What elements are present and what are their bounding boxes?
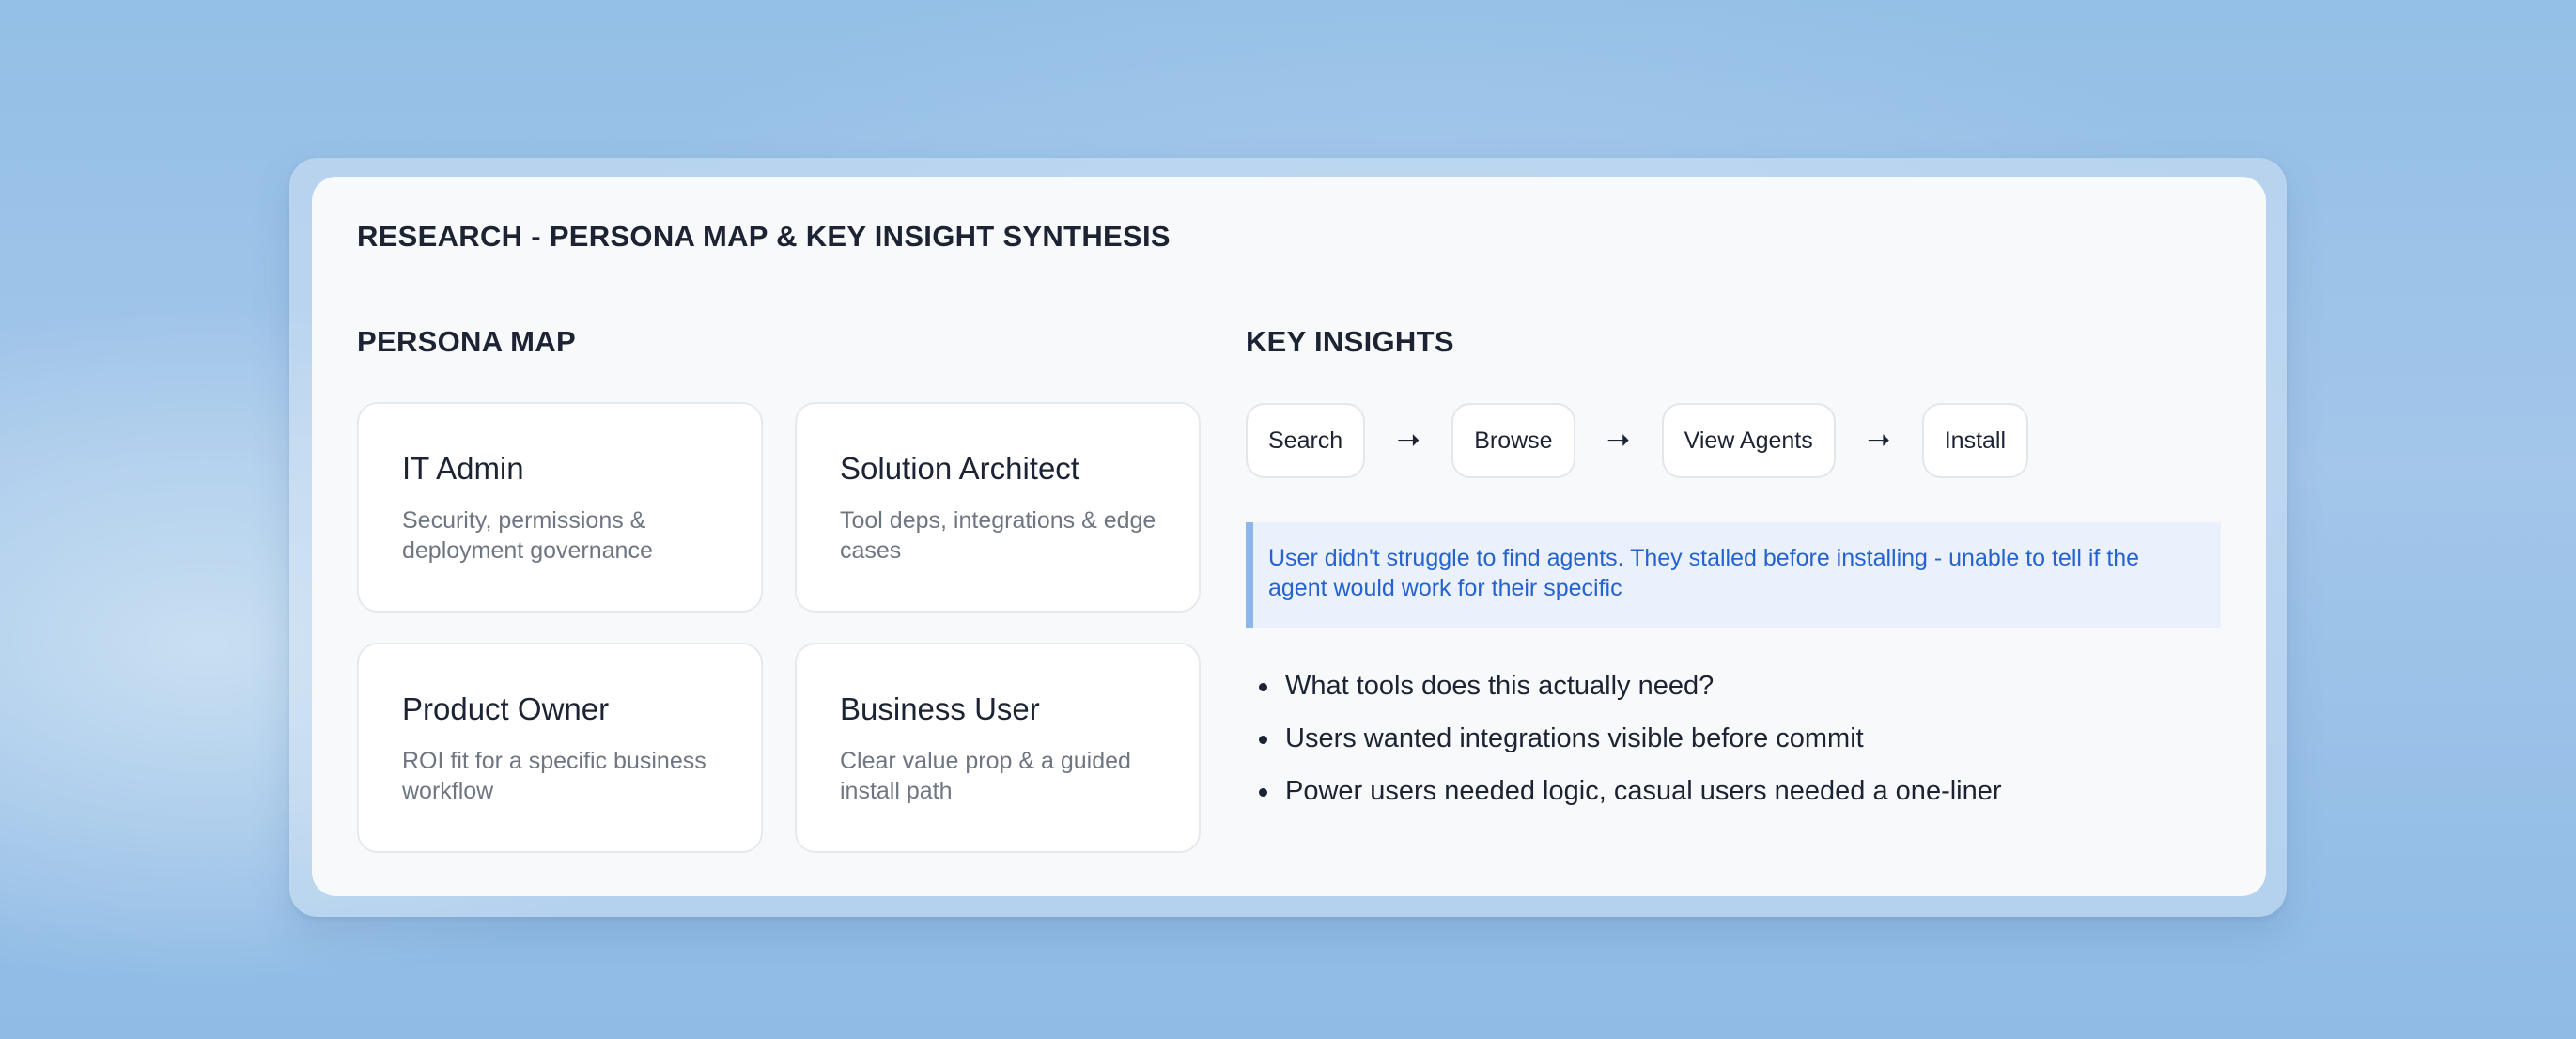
arrow-right-icon: ➝ xyxy=(1396,425,1420,456)
research-card: RESEARCH - PERSONA MAP & KEY INSIGHT SYN… xyxy=(312,177,2266,896)
persona-card-product-owner: Product Owner ROI fit for a specific bus… xyxy=(357,643,763,853)
bullet-text: Power users needed logic, casual users n… xyxy=(1285,776,2002,806)
bullet-item: What tools does this actually need? xyxy=(1246,659,2002,712)
bullet-icon xyxy=(1259,683,1267,691)
flow-step-search: Search xyxy=(1246,403,1366,478)
bullet-text: What tools does this actually need? xyxy=(1285,671,1715,701)
bullet-item: Power users needed logic, casual users n… xyxy=(1246,765,2002,817)
persona-grid: IT Admin Security, permissions & deploym… xyxy=(357,402,1201,853)
bullet-icon xyxy=(1259,736,1267,744)
persona-card-solution-architect: Solution Architect Tool deps, integratio… xyxy=(795,402,1201,613)
flow-step-browse: Browse xyxy=(1451,403,1575,478)
flow-step-install: Install xyxy=(1921,403,2029,478)
user-flow: Search ➝ Browse ➝ View Agents ➝ Install xyxy=(1246,402,2029,479)
persona-description: ROI fit for a specific business workflow xyxy=(402,748,706,804)
persona-name: Solution Architect xyxy=(840,451,1079,486)
persona-map-title: PERSONA MAP xyxy=(357,325,576,358)
key-insights-title: KEY INSIGHTS xyxy=(1246,325,1454,358)
insight-callout: User didn't struggle to find agents. The… xyxy=(1246,522,2221,628)
persona-card-business-user: Business User Clear value prop & a guide… xyxy=(795,643,1201,853)
bullet-item: Users wanted integrations visible before… xyxy=(1246,712,2002,765)
insight-bullets: What tools does this actually need? User… xyxy=(1246,659,2002,817)
persona-description: Clear value prop & a guided install path xyxy=(840,748,1131,804)
page-title: RESEARCH - PERSONA MAP & KEY INSIGHT SYN… xyxy=(357,220,1171,253)
arrow-right-icon: ➝ xyxy=(1606,425,1631,456)
persona-card-it-admin: IT Admin Security, permissions & deploym… xyxy=(357,402,763,613)
persona-description: Security, permissions & deployment gover… xyxy=(402,507,653,564)
persona-name: Business User xyxy=(840,691,1040,726)
persona-name: IT Admin xyxy=(402,451,524,486)
persona-description: Tool deps, integrations & edge cases xyxy=(840,507,1156,564)
persona-name: Product Owner xyxy=(402,691,610,726)
arrow-right-icon: ➝ xyxy=(1867,425,1891,456)
bullet-text: Users wanted integrations visible before… xyxy=(1285,723,1864,753)
flow-step-view-agents: View Agents xyxy=(1661,403,1836,478)
bullet-icon xyxy=(1259,788,1267,797)
